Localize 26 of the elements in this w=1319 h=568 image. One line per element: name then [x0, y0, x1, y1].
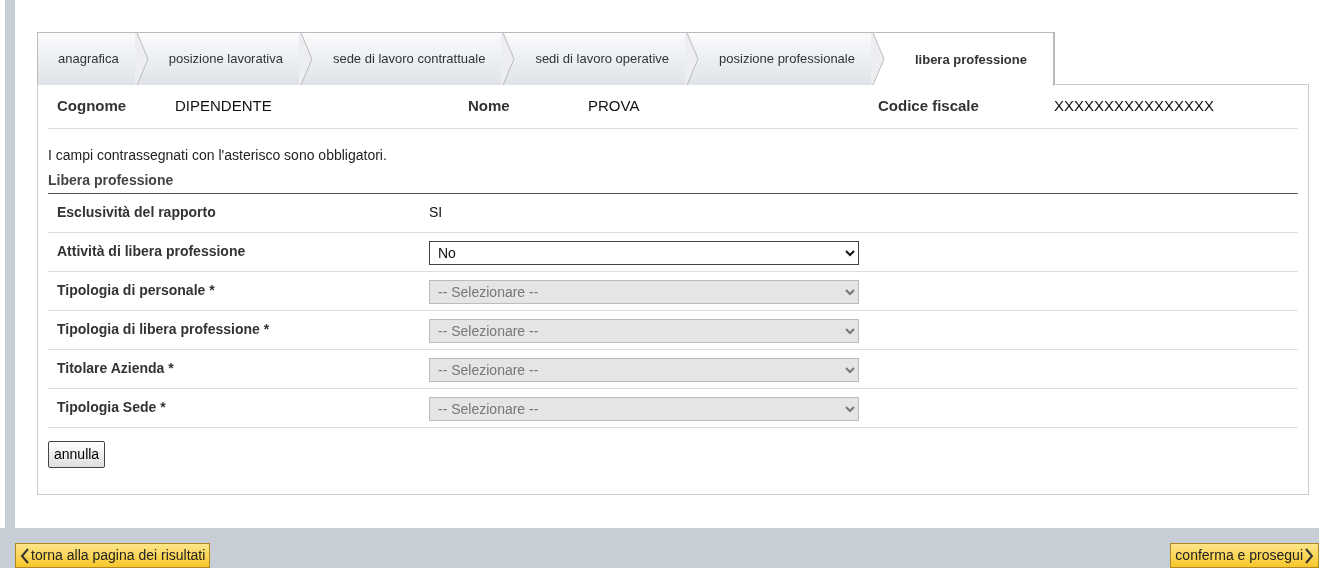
field-value: SI: [429, 203, 443, 222]
field-label: Tipologia di personale *: [57, 281, 216, 300]
tab[interactable]: posizione lavorativa: [148, 33, 299, 85]
chevron-left-icon: [20, 547, 29, 564]
field-label: Esclusività del rapporto: [57, 203, 217, 222]
field-label: Attività di libera professione: [57, 242, 247, 261]
field-label: Codice fiscale: [878, 96, 980, 117]
confirm-button[interactable]: conferma e prosegui: [1170, 543, 1319, 568]
field-label: Nome: [468, 96, 511, 117]
field-value: XXXXXXXXXXXXXXXX: [1054, 96, 1215, 117]
field-label: Tipologia Sede *: [57, 398, 167, 417]
tab[interactable]: sedi di lavoro operative: [515, 33, 686, 85]
tab[interactable]: sede di lavoro contrattuale: [312, 33, 502, 85]
instruction-text: I campi contrassegnati con l'asterisco sono obbligatori.: [48, 146, 388, 165]
tab[interactable]: anagrafica: [38, 33, 135, 85]
chevron-right-icon: [1305, 547, 1314, 564]
dropdown[interactable]: No: [429, 241, 859, 265]
back-button[interactable]: torna alla pagina dei risultati: [15, 543, 211, 568]
field-value: DIPENDENTE: [175, 96, 273, 117]
cancel-button[interactable]: annulla: [48, 441, 106, 468]
field-label: Cognome: [57, 96, 128, 117]
section-title: Libera professione: [48, 170, 1298, 194]
field-label: Titolare Azienda *: [57, 359, 175, 378]
field-label: Tipologia di libera professione *: [57, 320, 271, 339]
tab[interactable]: posizione professionale: [699, 33, 871, 85]
field-value: PROVA: [588, 96, 641, 117]
